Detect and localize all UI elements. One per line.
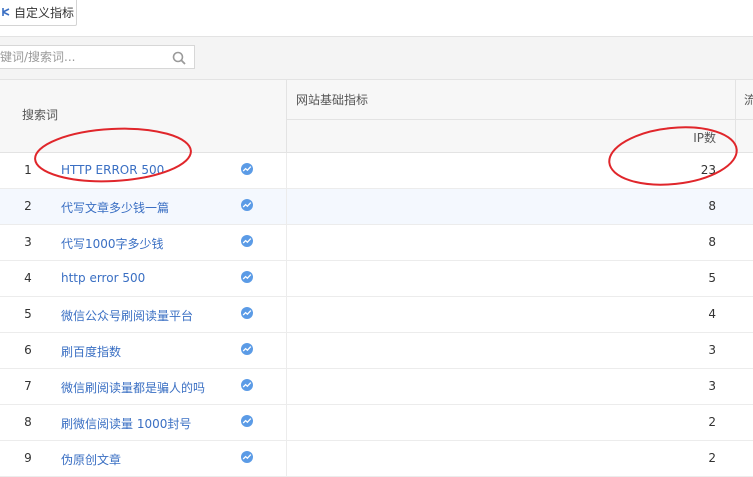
keyword-link[interactable]: HTTP ERROR 500 (61, 163, 164, 177)
custom-metrics-icon (2, 8, 10, 16)
table-row: 3 代写1000字多少钱 8 (0, 225, 753, 261)
row-index: 9 (24, 451, 32, 465)
keyword-link[interactable]: 微信刷阅读量都是骗人的吗 (61, 379, 205, 396)
row-index: 1 (24, 163, 32, 177)
search-box (0, 45, 195, 69)
ip-count: 3 (708, 379, 716, 393)
cell-divider (286, 189, 287, 225)
row-index: 2 (24, 199, 32, 213)
cell-divider (286, 261, 287, 297)
row-index: 6 (24, 343, 32, 357)
trend-chart-icon[interactable] (241, 271, 253, 283)
table-row: 7 微信刷阅读量都是骗人的吗 3 (0, 369, 753, 405)
cell-divider (286, 369, 287, 405)
row-index: 5 (24, 307, 32, 321)
trend-chart-icon[interactable] (241, 415, 253, 427)
row-index: 8 (24, 415, 32, 429)
column-group-traffic: 流 (744, 93, 753, 107)
row-index: 7 (24, 379, 32, 393)
keyword-link[interactable]: 伪原创文章 (61, 451, 121, 468)
table-header: 搜索词 网站基础指标 流 IP数 (0, 80, 753, 153)
table-body: 1 HTTP ERROR 500 23 2 代写文章多少钱一篇 8 3 代写10… (0, 153, 753, 477)
trend-chart-icon[interactable] (241, 379, 253, 391)
keyword-link[interactable]: 代写文章多少钱一篇 (61, 199, 169, 216)
cell-divider (286, 441, 287, 477)
cell-divider (286, 405, 287, 441)
header-divider (287, 119, 753, 120)
column-group-basic-metrics: 网站基础指标 (296, 93, 369, 107)
column-divider (735, 80, 736, 152)
ip-count: 8 (708, 235, 716, 249)
cell-divider (286, 153, 287, 189)
ip-count: 3 (708, 343, 716, 357)
keyword-link[interactable]: 刷微信阅读量 1000封号 (61, 415, 191, 432)
trend-chart-icon[interactable] (241, 163, 253, 175)
ip-count: 8 (708, 199, 716, 213)
trend-chart-icon[interactable] (241, 199, 253, 211)
column-divider (286, 80, 287, 152)
table-row: 6 刷百度指数 3 (0, 333, 753, 369)
search-icon[interactable] (172, 51, 186, 65)
keyword-link[interactable]: 代写1000字多少钱 (61, 235, 164, 252)
table-row: 4 http error 500 5 (0, 261, 753, 297)
custom-metrics-button[interactable]: 自定义指标 (0, 0, 77, 26)
trend-chart-icon[interactable] (241, 451, 253, 463)
toolbar: 自定义指标 (0, 0, 753, 37)
row-index: 4 (24, 271, 32, 285)
keyword-link[interactable]: 微信公众号刷阅读量平台 (61, 307, 193, 324)
column-header-keyword[interactable]: 搜索词 (22, 106, 58, 123)
trend-chart-icon[interactable] (241, 343, 253, 355)
table-row: 2 代写文章多少钱一篇 8 (0, 189, 753, 225)
ip-count: 4 (708, 307, 716, 321)
table-row: 9 伪原创文章 2 (0, 441, 753, 477)
trend-chart-icon[interactable] (241, 307, 253, 319)
search-input[interactable] (0, 46, 170, 68)
cell-divider (286, 333, 287, 369)
keyword-link[interactable]: 刷百度指数 (61, 343, 121, 360)
table-row: 5 微信公众号刷阅读量平台 4 (0, 297, 753, 333)
column-header-ip[interactable]: IP数 (692, 129, 716, 146)
ip-count: 5 (708, 271, 716, 285)
keyword-link[interactable]: http error 500 (61, 271, 145, 285)
search-bar (0, 37, 753, 80)
trend-chart-icon[interactable] (241, 235, 253, 247)
table-row: 1 HTTP ERROR 500 23 (0, 153, 753, 189)
cell-divider (286, 225, 287, 261)
ip-count: 2 (708, 451, 716, 465)
row-index: 3 (24, 235, 32, 249)
ip-count: 23 (700, 163, 716, 177)
custom-metrics-label: 自定义指标 (14, 5, 75, 20)
ip-count: 2 (708, 415, 716, 429)
table-row: 8 刷微信阅读量 1000封号 2 (0, 405, 753, 441)
cell-divider (286, 297, 287, 333)
